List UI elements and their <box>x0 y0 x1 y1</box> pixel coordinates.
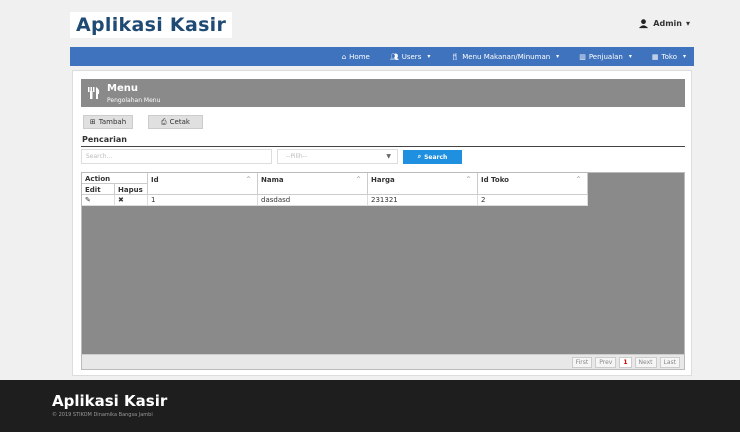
chevron-down-icon: ▼ <box>386 153 391 160</box>
cell-harga: 231321 <box>368 195 478 206</box>
sort-icon: ^ <box>355 176 361 183</box>
panel-header: Menu Pengolahan Menu <box>81 79 685 107</box>
edit-icon[interactable]: ✎ <box>82 195 115 206</box>
table-row[interactable]: ✎ ✖ 1 dasdasd 231321 2 <box>82 195 588 206</box>
pager-next-button[interactable]: Next <box>634 356 657 368</box>
chevron-down-icon: ▾ <box>685 19 690 28</box>
column-header-id-label: Id <box>151 176 159 184</box>
plus-square-icon: ⊞ <box>89 118 96 126</box>
nav-toko[interactable]: ▦ Toko ▾ <box>652 53 686 61</box>
sort-icon: ^ <box>465 176 471 183</box>
column-header-edit: Edit <box>82 184 115 195</box>
footer-brand: Aplikasi Kasir <box>52 392 168 410</box>
chart-icon: ▥ <box>579 52 586 61</box>
nav-users[interactable]: 👥︎ Users ▾ <box>390 53 431 61</box>
cutlery-icon: 🍴︎ <box>450 52 460 61</box>
nav-users-label: Users <box>401 52 422 61</box>
grid-icon: ▦ <box>651 52 659 61</box>
filter-select[interactable]: --Pilih-- ▼ <box>277 149 398 164</box>
search-input[interactable]: Search... <box>81 149 272 164</box>
app-brand[interactable]: Aplikasi Kasir <box>70 12 233 38</box>
column-header-nama[interactable]: Nama ^ <box>258 173 368 195</box>
tambah-button[interactable]: ⊞ Tambah <box>83 115 133 129</box>
panel-title: Menu <box>107 83 138 94</box>
cetak-button[interactable]: ⎙ Cetak <box>148 115 203 129</box>
user-icon <box>639 19 649 29</box>
table-header: Action Edit Hapus Id ^ Nama ^ Harga ^ Id… <box>82 173 588 195</box>
cutlery-icon <box>88 87 100 99</box>
column-header-nama-label: Nama <box>261 176 284 184</box>
nav-menu-label: Menu Makanan/Minuman <box>462 52 551 61</box>
pagination: First Prev 1 Next Last <box>82 354 684 369</box>
search-button-label: Search <box>424 153 448 161</box>
search-button[interactable]: ⌕ Search <box>403 150 462 164</box>
pager-page-button[interactable]: 1 <box>619 356 632 368</box>
sort-icon: ^ <box>245 176 251 183</box>
column-header-hapus: Hapus <box>115 184 148 195</box>
column-header-harga-label: Harga <box>371 176 395 184</box>
column-header-id-toko[interactable]: Id Toko ^ <box>478 173 588 195</box>
search-section-label: Pencarian <box>82 135 127 144</box>
nav-penjualan-label: Penjualan <box>588 52 623 61</box>
users-icon: 👥︎ <box>389 52 399 61</box>
nav-penjualan[interactable]: ▥ Penjualan ▾ <box>579 53 632 61</box>
menu-panel: Menu Pengolahan Menu ⊞ Tambah ⎙ Cetak Pe… <box>72 70 692 376</box>
delete-icon[interactable]: ✖ <box>115 195 148 206</box>
chevron-down-icon: ▾ <box>427 53 431 60</box>
footer: Aplikasi Kasir © 2019 STIKOM Dinamika Ba… <box>0 380 740 432</box>
search-icon: ⌕ <box>417 153 422 160</box>
nav-home-label: Home <box>349 52 370 61</box>
main-navbar: ⌂ Home 👥︎ Users ▾ 🍴︎ Menu Makanan/Minuma… <box>70 47 694 66</box>
user-menu[interactable]: Admin ▾ <box>638 18 690 29</box>
panel-subtitle: Pengolahan Menu <box>107 97 161 104</box>
pager-last-button[interactable]: Last <box>659 356 680 368</box>
nav-home[interactable]: ⌂ Home <box>342 53 370 61</box>
column-header-harga[interactable]: Harga ^ <box>368 173 478 195</box>
column-header-id[interactable]: Id ^ <box>148 173 258 195</box>
nav-toko-label: Toko <box>661 52 677 61</box>
divider <box>81 146 685 147</box>
pager-first-button[interactable]: First <box>571 356 593 368</box>
tambah-label: Tambah <box>98 118 127 126</box>
footer-copyright: © 2019 STIKOM Dinamika Bangsa Jambi <box>52 412 153 418</box>
pager-prev-button[interactable]: Prev <box>595 356 617 368</box>
cell-id: 1 <box>148 195 258 206</box>
column-header-action: Action <box>82 173 148 184</box>
filter-select-value: --Pilih-- <box>286 153 307 160</box>
cell-nama: dasdasd <box>258 195 368 206</box>
chevron-down-icon: ▾ <box>628 53 632 60</box>
cell-id-toko: 2 <box>478 195 588 206</box>
top-bar: Aplikasi Kasir Admin ▾ <box>0 0 740 44</box>
print-icon: ⎙ <box>161 117 167 126</box>
chevron-down-icon: ▾ <box>556 53 560 60</box>
cetak-label: Cetak <box>169 118 190 126</box>
home-icon: ⌂ <box>341 52 347 61</box>
menu-table: Action Edit Hapus Id ^ Nama ^ Harga ^ Id… <box>81 172 685 370</box>
sort-icon: ^ <box>575 176 581 183</box>
chevron-down-icon: ▾ <box>682 53 686 60</box>
user-name: Admin <box>653 19 682 28</box>
column-header-id-toko-label: Id Toko <box>481 176 509 184</box>
nav-menu-makanan[interactable]: 🍴︎ Menu Makanan/Minuman ▾ <box>450 53 559 61</box>
